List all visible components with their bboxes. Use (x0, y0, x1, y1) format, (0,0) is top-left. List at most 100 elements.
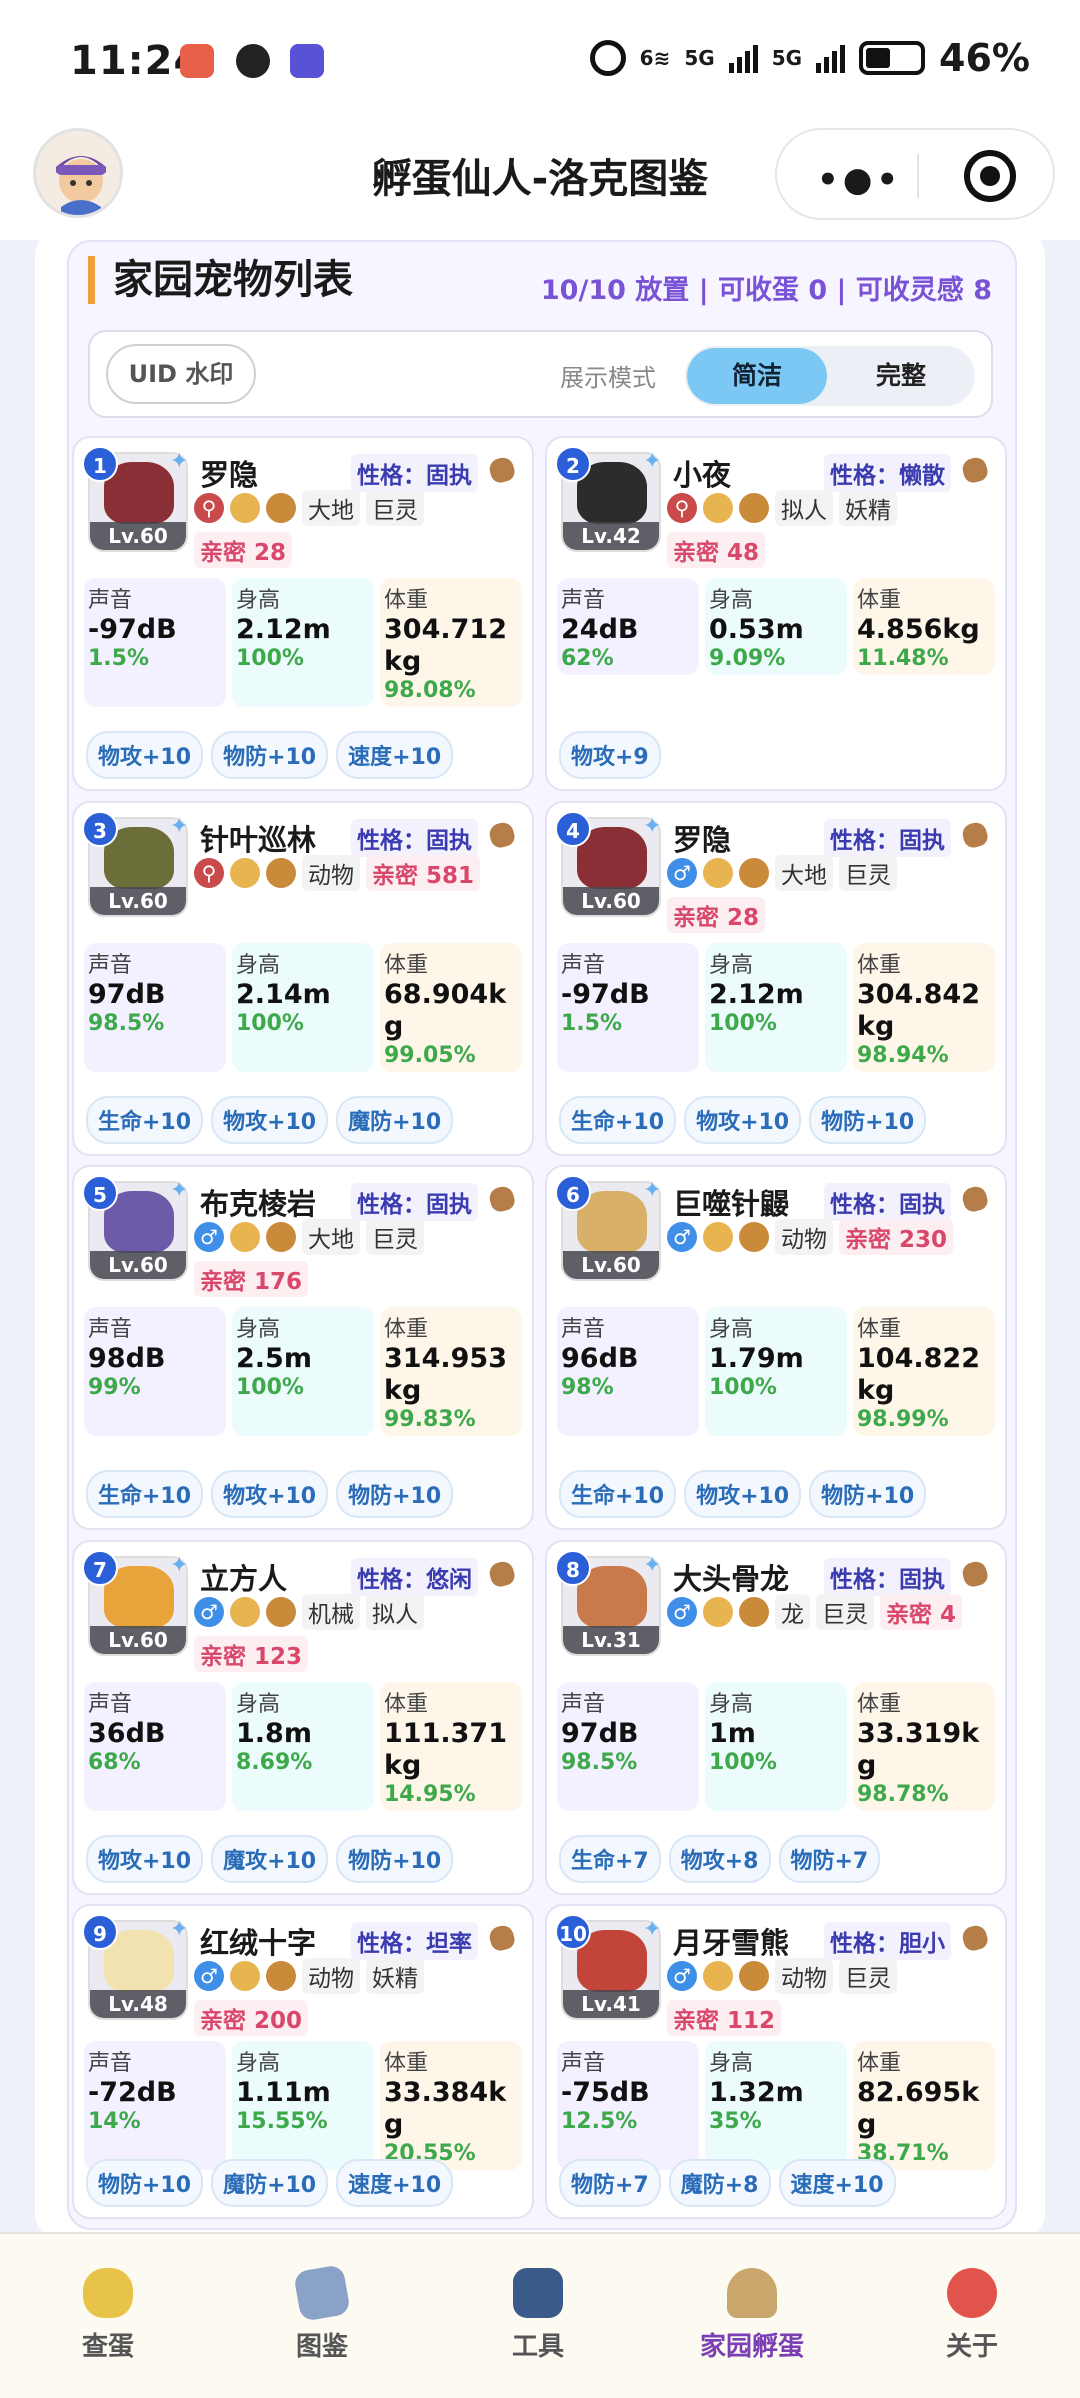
shiny-star-icon: ✦ (170, 814, 189, 839)
pet-type-tag: 巨灵 (839, 1958, 897, 1994)
weight-stat: 体重 314.953kg 99.83% (380, 1307, 522, 1436)
element-icon (739, 1222, 769, 1252)
stat-value: 1.32m (709, 2077, 804, 2108)
stat-percentile: 98.08% (384, 678, 476, 703)
egg-collect-icon[interactable] (487, 1184, 517, 1214)
display-mode-toggle: 简洁 完整 (685, 346, 975, 406)
pet-level: Lv.31 (563, 1626, 659, 1654)
tab-check-egg[interactable]: 查蛋 (48, 2268, 168, 2363)
pet-tags: ⚲ 动物 亲密 581 (194, 855, 522, 891)
battery-icon (859, 41, 926, 75)
bonus-chip: 魔防+10 (336, 1096, 454, 1144)
stat-percentile: 99% (88, 1375, 141, 1400)
bonus-chip: 速度+10 (336, 731, 454, 779)
pet-stats: 声音 97dB 98.5% 身高 1m 100% 体重 33.319kg 98.78% (557, 1682, 995, 1811)
egg-collect-icon[interactable] (487, 820, 517, 850)
affinity-badge: 亲密 4 (880, 1594, 963, 1630)
more-dots-icon[interactable]: •●• (817, 160, 902, 200)
pet-card[interactable]: Lv.48 9 ✦ 红绒十字 性格：坦率 ♂ 动物 妖精 亲密 200 声音 -72dB 14% 身高 1… (72, 1904, 534, 2219)
pet-type-tag: 龙 (775, 1594, 810, 1630)
stat-percentile: 100% (709, 1750, 777, 1775)
pet-index-badge: 2 (555, 446, 591, 482)
pet-bonuses: 物防+10 魔防+10 速度+10 (86, 2159, 454, 2207)
uid-watermark-button[interactable]: UID 水印 (106, 344, 256, 404)
pet-tags: ♂ 机械 拟人 亲密 123 (194, 1594, 522, 1672)
pet-card[interactable]: Lv.60 1 ✦ 罗隐 性格：固执 ⚲ 大地 巨灵 亲密 28 声音 -97dB 1.5% 身高 2.1… (72, 436, 534, 791)
pet-card[interactable]: Lv.41 10 ✦ 月牙雪熊 性格：胆小 ♂ 动物 巨灵 亲密 112 声音 -75dB 12.5%… (545, 1904, 1007, 2219)
egg-collect-icon[interactable] (960, 455, 990, 485)
bonus-chip: 生命+10 (86, 1096, 204, 1144)
stat-percentile: 98% (561, 1375, 614, 1400)
pet-card[interactable]: Lv.60 3 ✦ 针叶巡林 性格：固执 ⚲ 动物 亲密 581 声音 97dB 98.5% 身高 2.… (72, 801, 534, 1156)
pet-type-tag: 巨灵 (366, 1219, 424, 1255)
male-icon: ♂ (194, 1222, 224, 1252)
pet-nature: 性格：固执 (824, 819, 951, 857)
qq-icon (236, 44, 270, 78)
stat-label: 体重 (857, 1317, 902, 1342)
egg-collect-icon[interactable] (487, 1559, 517, 1589)
egg-collect-icon[interactable] (960, 1923, 990, 1953)
pet-index-badge: 4 (555, 811, 591, 847)
voice-stat: 声音 36dB 68% (84, 1682, 226, 1811)
stat-value: 314.953kg (384, 1343, 507, 1406)
pet-card[interactable]: Lv.31 8 ✦ 大头骨龙 性格：固执 ♂ 龙巨灵 亲密 4 声音 97dB 98.5% 身高 1m 1… (545, 1540, 1007, 1895)
pet-card[interactable]: Lv.42 2 ✦ 小夜 性格：懒散 ⚲ 拟人 妖精 亲密 48 声音 24dB 62% 身高 0.53m… (545, 436, 1007, 791)
egg-collect-icon[interactable] (487, 1923, 517, 1953)
pet-card[interactable]: Lv.60 7 ✦ 立方人 性格：悠闲 ♂ 机械 拟人 亲密 123 声音 36dB 68% 身高 1.8… (72, 1540, 534, 1895)
stat-percentile: 35% (709, 2109, 762, 2134)
display-mode-label: 展示模式 (560, 364, 656, 392)
pet-bonuses: 物防+7 魔防+8 速度+10 (559, 2159, 896, 2207)
pet-index-badge: 1 (82, 446, 118, 482)
affinity-badge: 亲密 581 (366, 855, 481, 891)
stat-value: -75dB (561, 2077, 650, 2108)
egg-collect-icon[interactable] (960, 1559, 990, 1589)
egg-collect-icon[interactable] (960, 820, 990, 850)
pet-stats: 声音 24dB 62% 身高 0.53m 9.09% 体重 4.856kg 11.48% (557, 578, 995, 675)
stat-value: 33.384kg (384, 2077, 507, 2140)
heart-icon (947, 2268, 997, 2318)
pet-nature: 性格：固执 (824, 1558, 951, 1596)
pet-type-tag: 动物 (302, 1958, 360, 1994)
egg-collect-icon[interactable] (960, 1184, 990, 1214)
pet-card[interactable]: Lv.60 5 ✦ 布克棱岩 性格：固执 ♂ 大地 巨灵 亲密 176 声音 98dB 99% 身高 2.… (72, 1165, 534, 1530)
bonus-chip: 生命+10 (559, 1096, 677, 1144)
pet-nature: 性格：悠闲 (351, 1558, 478, 1596)
mode-full-button[interactable]: 完整 (831, 348, 971, 404)
bonus-chip: 魔攻+10 (211, 1835, 329, 1883)
height-stat: 身高 1.8m 8.69% (232, 1682, 374, 1811)
voice-stat: 声音 98dB 99% (84, 1307, 226, 1436)
element-icon (230, 1961, 260, 1991)
egg-collect-icon[interactable] (487, 455, 517, 485)
tab-pokedex[interactable]: 图鉴 (262, 2264, 382, 2363)
voice-stat: 声音 -72dB 14% (84, 2041, 226, 2170)
stat-percentile: 11.48% (857, 646, 949, 671)
voice-stat: 声音 24dB 62% (557, 578, 699, 675)
control-bar: UID 水印 展示模式 简洁 完整 (88, 330, 993, 418)
bonus-chip: 魔防+10 (211, 2159, 329, 2207)
pet-level: Lv.60 (90, 887, 186, 915)
bonus-chip: 物防+10 (211, 731, 329, 779)
tab-tools[interactable]: 工具 (478, 2268, 598, 2363)
stat-value: 304.712kg (384, 614, 507, 677)
weight-stat: 体重 304.712kg 98.08% (380, 578, 522, 707)
stat-percentile: 100% (236, 1375, 304, 1400)
pet-card[interactable]: Lv.60 6 ✦ 巨噬针鼹 性格：固执 ♂ 动物 亲密 230 声音 96dB 98% 身高 1.79… (545, 1165, 1007, 1530)
male-icon: ♂ (667, 1597, 697, 1627)
target-icon[interactable] (964, 150, 1016, 202)
mode-simple-button[interactable]: 简洁 (687, 348, 827, 404)
pet-stats: 声音 -72dB 14% 身高 1.11m 15.55% 体重 33.384kg 20.55% (84, 2041, 522, 2170)
element-icon (703, 493, 733, 523)
pet-nature: 性格：坦率 (351, 1922, 478, 1960)
stat-value: 36dB (88, 1718, 166, 1749)
pet-nature: 性格：固执 (351, 819, 478, 857)
height-stat: 身高 2.14m 100% (232, 943, 374, 1072)
stat-label: 体重 (384, 953, 429, 978)
voice-stat: 声音 97dB 98.5% (557, 1682, 699, 1811)
pet-card[interactable]: Lv.60 4 ✦ 罗隐 性格：固执 ♂ 大地 巨灵 亲密 28 声音 -97dB 1.5% 身高 2.1… (545, 801, 1007, 1156)
tab-about[interactable]: 关于 (912, 2268, 1032, 2363)
affinity-badge: 亲密 28 (667, 897, 766, 933)
tab-home-hatch[interactable]: 家园孵蛋 (692, 2268, 812, 2363)
stat-label: 身高 (709, 1692, 754, 1717)
male-icon: ♂ (667, 1222, 697, 1252)
weight-stat: 体重 104.822kg 98.99% (853, 1307, 995, 1436)
